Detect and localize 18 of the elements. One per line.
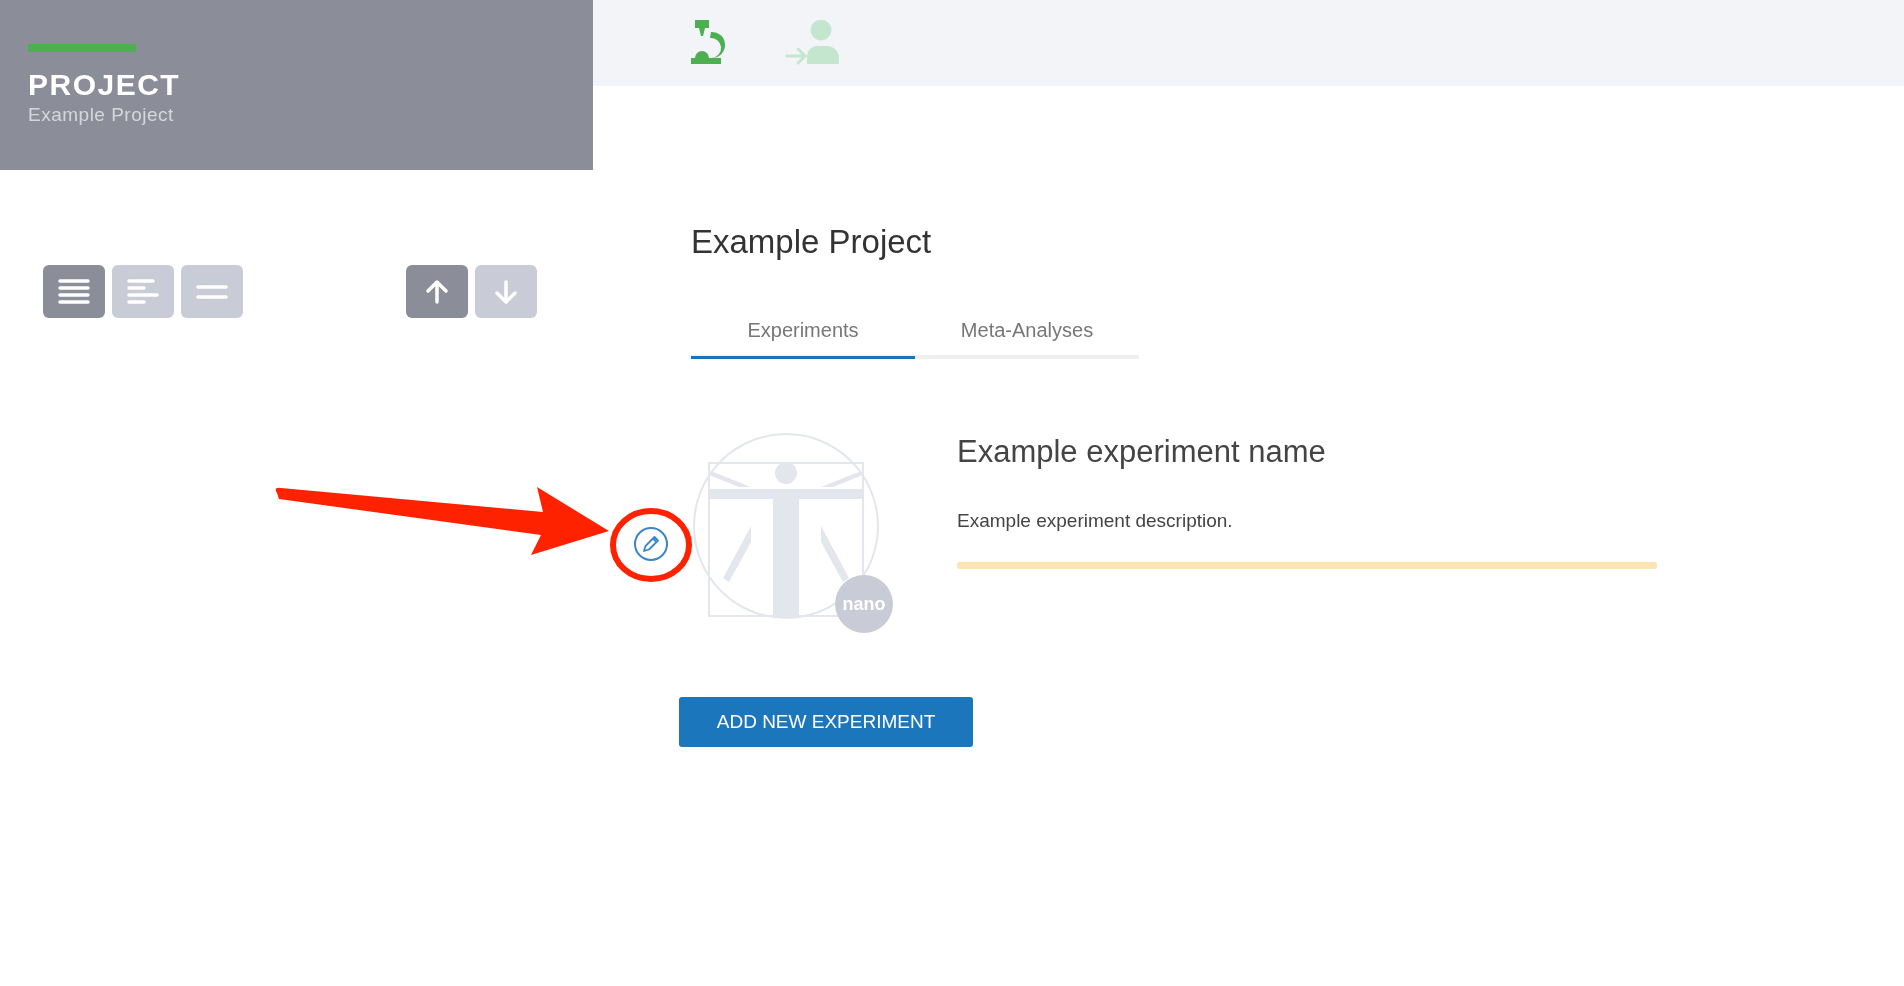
arrow-down-icon — [493, 278, 519, 305]
tab[interactable]: Experiments — [691, 319, 915, 359]
sort-down-button[interactable] — [475, 265, 537, 318]
sidebar-heading: PROJECT — [28, 68, 182, 102]
add-experiment-button[interactable]: ADD NEW EXPERIMENT — [679, 697, 973, 747]
layout-compact-button[interactable] — [181, 265, 243, 318]
sort-up-button[interactable] — [406, 265, 468, 318]
layout-full-button[interactable] — [43, 265, 105, 318]
tab[interactable]: Meta-Analyses — [915, 319, 1139, 359]
experiment-name[interactable]: Example experiment name — [957, 434, 1657, 470]
layout-left-button[interactable] — [112, 265, 174, 318]
edit-icon[interactable] — [633, 526, 669, 562]
experiment-description: Example experiment description. — [957, 510, 1234, 532]
align-justify-icon — [57, 276, 91, 307]
sidebar-subheading: Example Project — [28, 104, 175, 126]
align-left-icon — [126, 276, 160, 307]
page-title: Example Project — [691, 223, 933, 261]
arrow-up-icon — [424, 278, 450, 305]
